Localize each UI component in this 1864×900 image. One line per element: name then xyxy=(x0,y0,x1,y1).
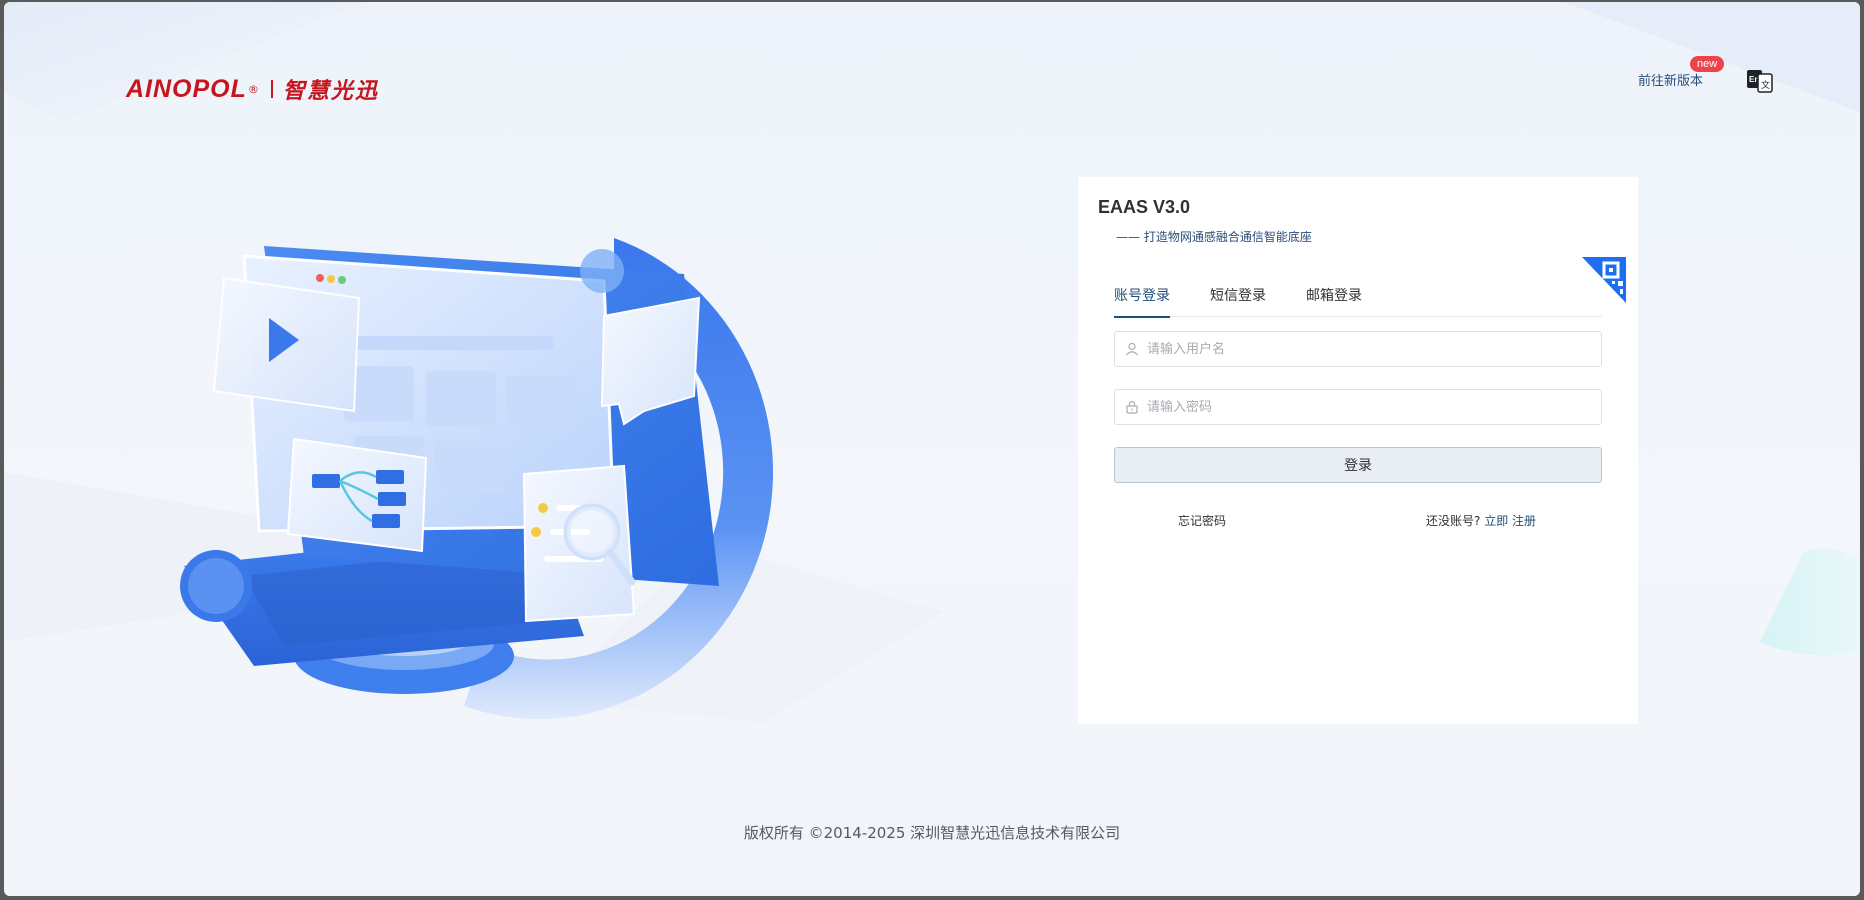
register-prompt: 还没账号? 立即 注册 xyxy=(1426,512,1536,529)
new-badge: new xyxy=(1690,56,1725,72)
language-switch-icon[interactable]: En 文 xyxy=(1746,68,1774,94)
username-input[interactable] xyxy=(1147,341,1587,357)
password-input[interactable] xyxy=(1147,399,1587,415)
no-account-label: 还没账号? xyxy=(1426,514,1481,528)
tab-email-login[interactable]: 邮箱登录 xyxy=(1306,285,1362,317)
tab-sms-login[interactable]: 短信登录 xyxy=(1210,285,1266,317)
login-page: AINOPOL ® 智慧光迅 前往新版本 new En 文 EAAS V3.0 … xyxy=(4,2,1860,896)
lock-icon xyxy=(1126,400,1138,414)
logo-text-en: AINOPOL xyxy=(126,74,247,103)
logo-registered-mark: ® xyxy=(247,82,259,96)
brand-logo: AINOPOL ® 智慧光迅 xyxy=(126,72,379,106)
password-field[interactable] xyxy=(1114,389,1602,425)
new-version-link[interactable]: 前往新版本 new xyxy=(1638,56,1725,89)
svg-text:文: 文 xyxy=(1761,79,1770,91)
new-version-label: 前往新版本 xyxy=(1638,74,1704,89)
username-field[interactable] xyxy=(1114,331,1602,367)
login-card: EAAS V3.0 —— 打造物网通感融合通信智能底座 账号登录 短信登录 邮箱… xyxy=(1078,177,1638,724)
register-link[interactable]: 立即 注册 xyxy=(1484,514,1536,528)
hero-illustration xyxy=(180,238,774,720)
forgot-password-link[interactable]: 忘记密码 xyxy=(1178,512,1226,529)
logo-separator xyxy=(270,80,273,98)
logo-text-cn: 智慧光迅 xyxy=(282,78,379,104)
tab-account-login[interactable]: 账号登录 xyxy=(1114,285,1170,318)
user-icon xyxy=(1126,342,1138,356)
system-title: EAAS V3.0 xyxy=(1098,197,1191,217)
login-method-tabs: 账号登录 短信登录 邮箱登录 xyxy=(1114,285,1602,318)
header-actions: 前往新版本 new xyxy=(1638,56,1725,89)
system-subtitle: —— 打造物网通感融合通信智能底座 xyxy=(1116,230,1312,244)
copyright-footer: 版权所有 ©2014-2025 深圳智慧光迅信息技术有限公司 xyxy=(743,824,1121,842)
login-button[interactable]: 登录 xyxy=(1114,447,1602,483)
